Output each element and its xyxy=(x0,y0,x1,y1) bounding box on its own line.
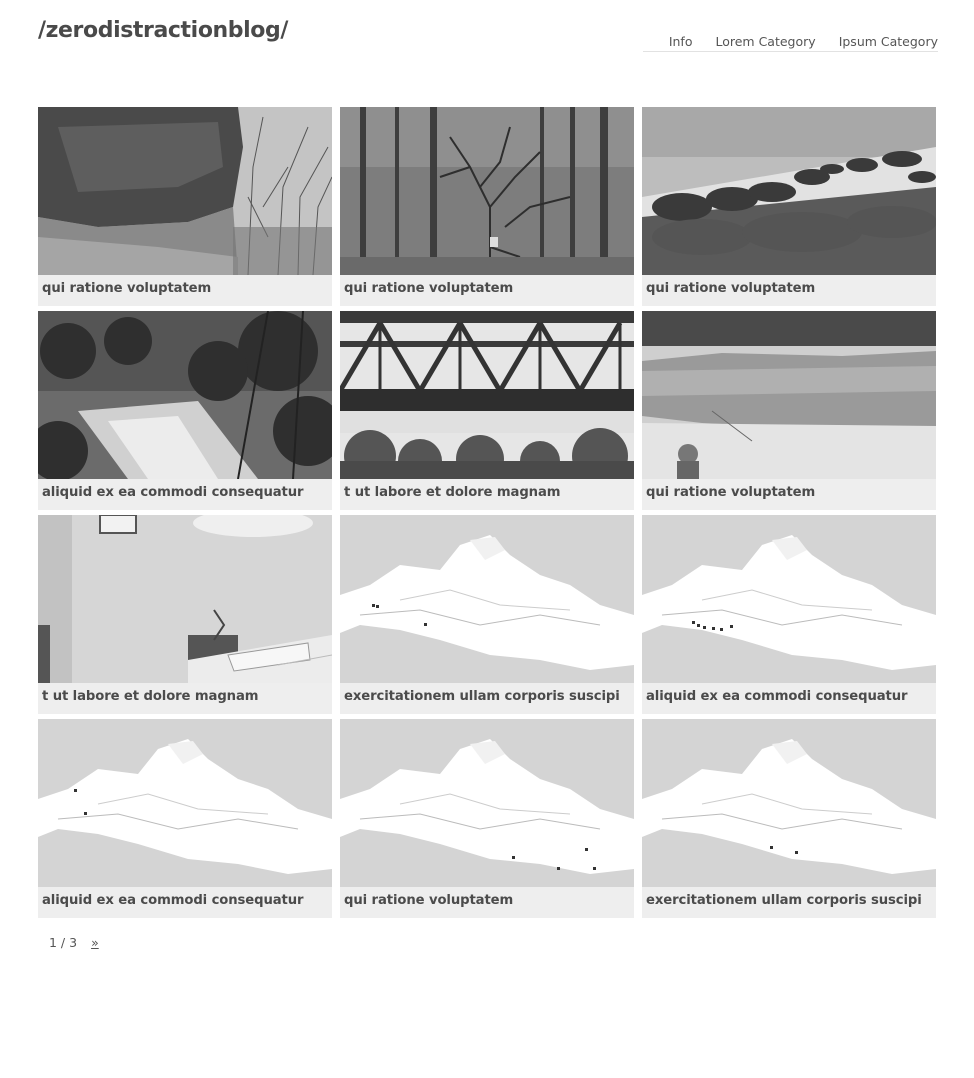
pine-cones-photo xyxy=(642,107,936,275)
post-card[interactable]: aliquid ex ea commodi consequatur xyxy=(38,719,332,918)
post-card[interactable]: qui ratione voluptatem xyxy=(642,107,936,306)
map-thumbnail xyxy=(642,719,936,887)
post-title: t ut labore et dolore magnam xyxy=(340,479,634,510)
pagination: 1 / 3 » xyxy=(49,935,99,950)
site-title-link[interactable]: /zerodistractionblog/ xyxy=(38,18,288,43)
nav-item-lorem-category[interactable]: Lorem Category xyxy=(715,34,815,51)
bedroom-photo xyxy=(38,515,332,683)
post-title: qui ratione voluptatem xyxy=(340,275,634,306)
forest-tree-photo xyxy=(340,107,634,275)
steel-bridge-photo xyxy=(340,311,634,479)
rock-cliff-child-photo xyxy=(642,311,936,479)
page-indicator: 1 / 3 xyxy=(49,935,78,950)
nav-item-info[interactable]: Info xyxy=(669,34,693,51)
post-title: aliquid ex ea commodi consequatur xyxy=(642,683,936,714)
post-title: exercitationem ullam corporis suscipi xyxy=(642,887,936,918)
map-thumbnail xyxy=(340,515,634,683)
map-thumbnail xyxy=(38,719,332,887)
post-title: t ut labore et dolore magnam xyxy=(38,683,332,714)
post-card[interactable]: qui ratione voluptatem xyxy=(38,107,332,306)
map-thumbnail xyxy=(642,515,936,683)
post-title: qui ratione voluptatem xyxy=(340,887,634,918)
map-thumbnail xyxy=(340,719,634,887)
post-title: qui ratione voluptatem xyxy=(38,275,332,306)
post-card[interactable]: exercitationem ullam corporis suscipi xyxy=(642,719,936,918)
post-title: aliquid ex ea commodi consequatur xyxy=(38,887,332,918)
post-card[interactable]: qui ratione voluptatem xyxy=(642,311,936,510)
forest-stream-photo xyxy=(38,311,332,479)
post-card[interactable]: aliquid ex ea commodi consequatur xyxy=(38,311,332,510)
post-title: exercitationem ullam corporis suscipi xyxy=(340,683,634,714)
post-card[interactable]: t ut labore et dolore magnam xyxy=(340,311,634,510)
post-card[interactable]: t ut labore et dolore magnam xyxy=(38,515,332,714)
main-nav: Info Lorem Category Ipsum Category xyxy=(643,34,938,52)
post-card[interactable]: qui ratione voluptatem xyxy=(340,107,634,306)
post-title: aliquid ex ea commodi consequatur xyxy=(38,479,332,510)
next-page-link[interactable]: » xyxy=(91,935,99,950)
post-card[interactable]: exercitationem ullam corporis suscipi xyxy=(340,515,634,714)
rock-overhang-photo xyxy=(38,107,332,275)
post-card[interactable]: aliquid ex ea commodi consequatur xyxy=(642,515,936,714)
post-title: qui ratione voluptatem xyxy=(642,479,936,510)
post-title: qui ratione voluptatem xyxy=(642,275,936,306)
nav-item-ipsum-category[interactable]: Ipsum Category xyxy=(839,34,938,51)
post-grid: qui ratione voluptatem qui ratione volup… xyxy=(38,107,936,918)
post-card[interactable]: qui ratione voluptatem xyxy=(340,719,634,918)
